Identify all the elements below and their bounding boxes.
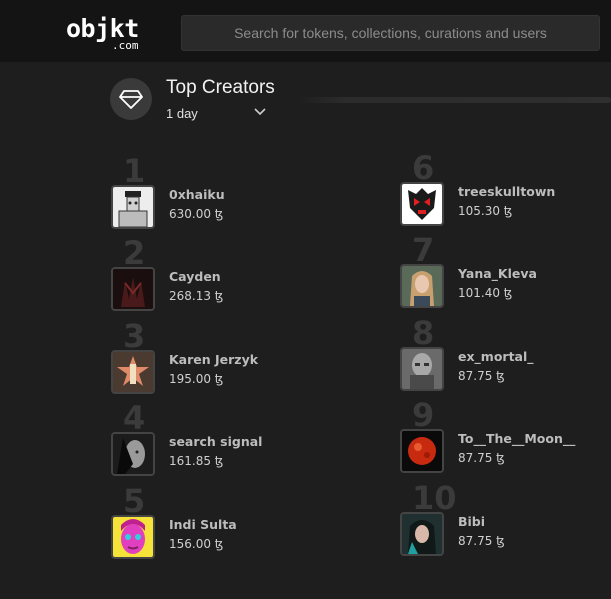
creator-volume: 87.75 ꜩ (458, 534, 505, 548)
creator-avatar[interactable] (111, 350, 155, 394)
creator-volume: 156.00 ꜩ (169, 537, 224, 551)
creator-volume: 195.00 ꜩ (169, 372, 224, 386)
creator-item[interactable]: 4 search signal 161.85 ꜩ (111, 401, 311, 482)
creator-item[interactable]: 7 Yana_Kleva 101.40 ꜩ (400, 233, 600, 314)
creator-item[interactable]: 8 ex_mortal_ 87.75 ꜩ (400, 316, 600, 397)
creator-volume: 87.75 ꜩ (458, 451, 505, 465)
creator-volume: 630.00 ꜩ (169, 207, 224, 221)
creator-volume: 105.30 ꜩ (458, 204, 513, 218)
chevron-down-icon[interactable] (253, 107, 267, 117)
creator-name[interactable]: search signal (169, 434, 262, 449)
creator-item[interactable]: 9 To__The__Moon__ 87.75 ꜩ (400, 398, 600, 479)
creator-name[interactable]: treeskulltown (458, 184, 555, 199)
creator-item[interactable]: 3 Karen Jerzyk 195.00 ꜩ (111, 319, 311, 400)
creator-item[interactable]: 6 treeskulltown 105.30 ꜩ (400, 151, 600, 232)
creator-name[interactable]: To__The__Moon__ (458, 431, 575, 446)
logo-sub-text: .com (112, 39, 139, 52)
top-bar: objkt .com (0, 0, 611, 62)
rank-number: 7 (412, 231, 435, 269)
period-select[interactable]: 1 day (166, 106, 198, 121)
creator-avatar[interactable] (111, 267, 155, 311)
objkt-logo[interactable]: objkt .com (66, 14, 146, 54)
creator-name[interactable]: Yana_Kleva (458, 266, 537, 281)
search-box[interactable] (181, 15, 600, 51)
creator-avatar[interactable] (111, 432, 155, 476)
creator-name[interactable]: Bibi (458, 514, 485, 529)
creator-avatar[interactable] (111, 515, 155, 559)
creator-name[interactable]: ex_mortal_ (458, 349, 534, 364)
creator-avatar[interactable] (400, 429, 444, 473)
search-input[interactable] (182, 16, 599, 50)
creator-avatar[interactable] (111, 185, 155, 229)
creator-avatar[interactable] (400, 182, 444, 226)
diamond-icon (110, 78, 152, 120)
creator-item[interactable]: 10 Bibi 87.75 ꜩ (400, 481, 600, 562)
creator-avatar[interactable] (400, 347, 444, 391)
creator-item[interactable]: 2 Cayden 268.13 ꜩ (111, 236, 311, 317)
creator-avatar[interactable] (400, 512, 444, 556)
rank-number: 9 (412, 396, 435, 434)
creator-volume: 87.75 ꜩ (458, 369, 505, 383)
rank-number: 1 (123, 152, 146, 190)
creator-name[interactable]: 0xhaiku (169, 187, 225, 202)
creator-volume: 268.13 ꜩ (169, 289, 224, 303)
section-divider (298, 97, 611, 103)
creator-item[interactable]: 5 Indi Sulta 156.00 ꜩ (111, 484, 311, 565)
creator-name[interactable]: Indi Sulta (169, 517, 237, 532)
rank-number: 8 (412, 314, 435, 352)
rank-number: 4 (123, 399, 146, 437)
creator-item[interactable]: 1 0xhaiku 630.00 ꜩ (111, 154, 311, 235)
creator-name[interactable]: Cayden (169, 269, 221, 284)
creator-avatar[interactable] (400, 264, 444, 308)
creator-volume: 161.85 ꜩ (169, 454, 224, 468)
rank-number: 6 (412, 149, 435, 187)
rank-number: 2 (123, 234, 146, 272)
rank-number: 10 (412, 479, 457, 517)
rank-number: 5 (123, 482, 146, 520)
creator-name[interactable]: Karen Jerzyk (169, 352, 258, 367)
rank-number: 3 (123, 317, 146, 355)
creator-volume: 101.40 ꜩ (458, 286, 513, 300)
section-title: Top Creators (166, 77, 275, 98)
